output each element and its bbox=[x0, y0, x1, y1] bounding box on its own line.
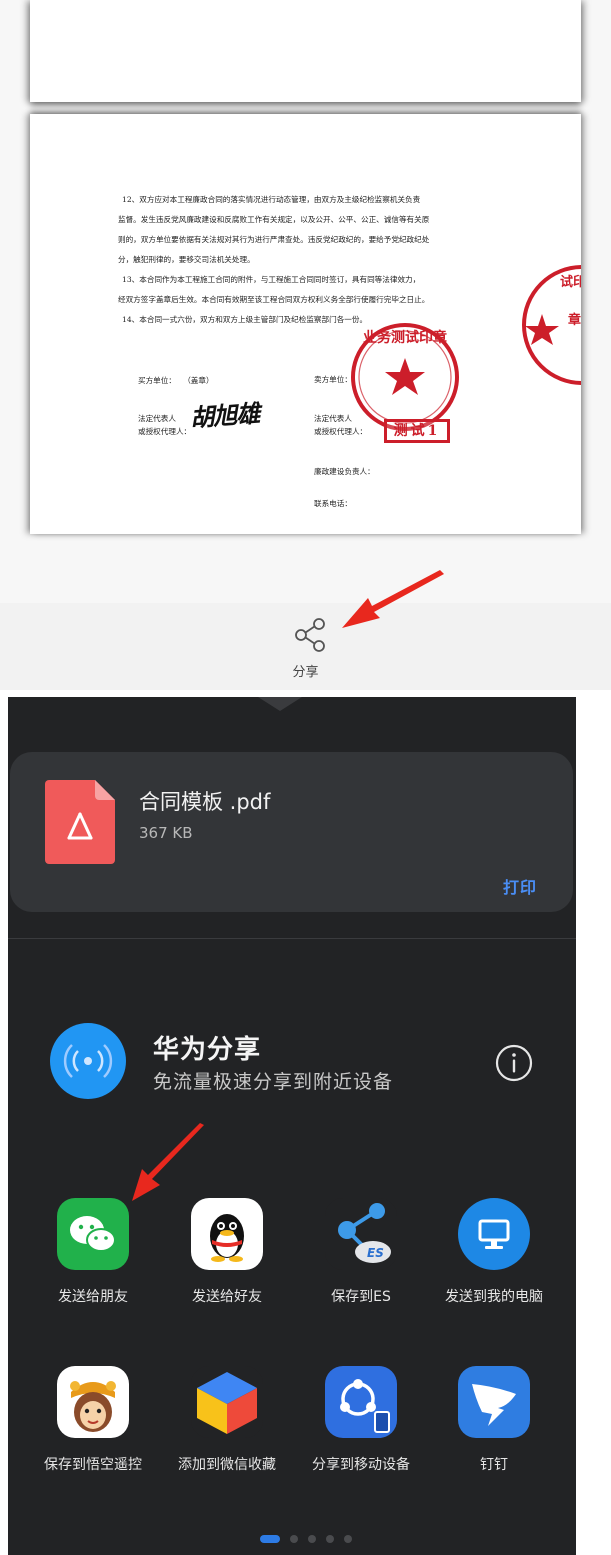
huawei-share-subtitle: 免流量极速分享到附近设备 bbox=[153, 1071, 394, 1093]
share-target-label: 添加到微信收藏 bbox=[178, 1457, 276, 1473]
page-dot[interactable] bbox=[325, 1534, 334, 1543]
doc-paragraph-line: 14、本合同一式六份，双方和双方上级主管部门及纪检监察部门各一份。 bbox=[122, 315, 368, 324]
qq-penguin-icon bbox=[191, 1198, 263, 1270]
page-indicator bbox=[0, 1528, 611, 1547]
computer-icon bbox=[458, 1198, 530, 1270]
file-size: 367 KB bbox=[139, 824, 193, 842]
party-a-rep: 法定代表人 或授权代理人： bbox=[138, 412, 191, 438]
test-stamp: 测试1 bbox=[384, 419, 450, 443]
share-target-label: 分享到移动设备 bbox=[312, 1457, 410, 1473]
share-target-my-computer[interactable]: 发送到我的电脑 bbox=[424, 1198, 564, 1306]
info-icon[interactable] bbox=[494, 1043, 534, 1083]
doc-paragraph-line: 则的，双方单位要依据有关法规对其行为进行严肃查处。违反党纪政纪的，要给予党纪政纪… bbox=[118, 235, 430, 244]
print-button[interactable]: 打印 bbox=[503, 874, 537, 898]
es-file-explorer-icon: ES bbox=[325, 1198, 397, 1270]
company-seal-icon: 业务测试印章 bbox=[351, 323, 459, 431]
doc-paragraph-line: 12、双方应对本工程廉政合同的落实情况进行动态管理，由双方及主级纪检监察机关负责 bbox=[122, 195, 421, 204]
red-arrow-icon bbox=[342, 570, 444, 628]
share-target-label: 钉钉 bbox=[480, 1457, 508, 1473]
red-arrow-icon bbox=[132, 1123, 204, 1201]
svg-text:章: 章 bbox=[568, 312, 581, 328]
doc-paragraph-line: 13、本合同作为本工程施工合同的附件，与工程施工合同同时签订，具有同等法律效力， bbox=[122, 275, 421, 284]
share-target-es[interactable]: ES 保存到ES bbox=[291, 1198, 431, 1306]
party-a-unit: 买方单位： （盖章） bbox=[138, 374, 214, 387]
share-button-label[interactable]: 分享 bbox=[0, 661, 611, 680]
wukong-icon bbox=[57, 1366, 129, 1438]
share-target-label: 保存到ES bbox=[331, 1289, 391, 1305]
page-dot[interactable] bbox=[343, 1534, 352, 1543]
dingtalk-icon bbox=[458, 1366, 530, 1438]
party-b-phone-label: 联系电话： bbox=[314, 499, 352, 508]
company-seal-partial-icon: 试印 章 bbox=[522, 265, 581, 385]
doc-paragraph-line: 经双方签字盖章后生效。本合同有效期至该工程合同双方权利义务全部行使履行完毕之日止… bbox=[118, 295, 430, 304]
file-name: 合同模板 .pdf bbox=[139, 790, 271, 814]
mobile-share-icon bbox=[325, 1366, 397, 1438]
share-sheet: 合同模板 .pdf 367 KB 打印 华为分享 免流量极速分享到附近设备 发送… bbox=[0, 697, 611, 1555]
huawei-share-title[interactable]: 华为分享 bbox=[153, 1029, 261, 1066]
share-target-wechat-favorites[interactable]: 添加到微信收藏 bbox=[157, 1366, 297, 1474]
handwritten-signature: 胡旭雄 bbox=[189, 398, 261, 433]
share-target-label: 发送到我的电脑 bbox=[445, 1289, 543, 1305]
svg-text:业务测试印章: 业务测试印章 bbox=[363, 329, 447, 346]
svg-text:试印: 试印 bbox=[560, 274, 581, 290]
page-dot[interactable] bbox=[307, 1534, 316, 1543]
page-dot[interactable] bbox=[289, 1534, 298, 1543]
pdf-file-icon bbox=[45, 780, 115, 864]
share-target-wukong[interactable]: 保存到悟空遥控 bbox=[23, 1366, 163, 1474]
wechat-icon bbox=[57, 1198, 129, 1270]
page-dot-active[interactable] bbox=[259, 1534, 280, 1543]
share-target-qq-friend[interactable]: 发送给好友 bbox=[157, 1198, 297, 1306]
pdf-viewer: 12、双方应对本工程廉政合同的落实情况进行动态管理，由双方及主级纪检监察机关负责… bbox=[0, 0, 611, 690]
party-a-rep-label-1: 法定代表人 bbox=[138, 414, 176, 423]
cube-icon bbox=[191, 1366, 263, 1438]
doc-paragraph-line: 分，触犯刑律的，要移交司法机关处理。 bbox=[118, 255, 255, 264]
share-target-dingtalk[interactable]: 钉钉 bbox=[424, 1366, 564, 1474]
share-icon[interactable] bbox=[292, 616, 330, 654]
party-a-seal-note: （盖章） bbox=[183, 376, 214, 385]
svg-text:ES: ES bbox=[367, 1246, 384, 1260]
share-target-label: 发送给朋友 bbox=[58, 1289, 128, 1305]
divider bbox=[8, 938, 576, 939]
current-page: 12、双方应对本工程廉政合同的落实情况进行动态管理，由双方及主级纪检监察机关负责… bbox=[30, 114, 581, 534]
drag-handle-icon[interactable] bbox=[258, 697, 302, 711]
previous-page bbox=[30, 0, 581, 102]
huawei-share-icon[interactable] bbox=[50, 1023, 126, 1099]
share-target-label: 保存到悟空遥控 bbox=[44, 1457, 142, 1473]
party-a-rep-label-2: 或授权代理人： bbox=[138, 427, 192, 436]
doc-paragraph-line: 监督。发生违反党风廉政建设和反腐败工作有关规定，以及公开、公平、公正、诚信等有关… bbox=[118, 215, 430, 224]
party-b-integrity-label: 廉政建设负责人： bbox=[314, 467, 375, 476]
file-card: 合同模板 .pdf 367 KB 打印 bbox=[10, 752, 573, 912]
party-a-unit-label: 买方单位： bbox=[138, 376, 176, 385]
party-b-unit-label: 卖方单位： bbox=[314, 375, 352, 384]
share-target-label: 发送给好友 bbox=[192, 1289, 262, 1305]
share-target-wechat-friend[interactable]: 发送给朋友 bbox=[23, 1198, 163, 1306]
share-target-mobile-device[interactable]: 分享到移动设备 bbox=[291, 1366, 431, 1474]
